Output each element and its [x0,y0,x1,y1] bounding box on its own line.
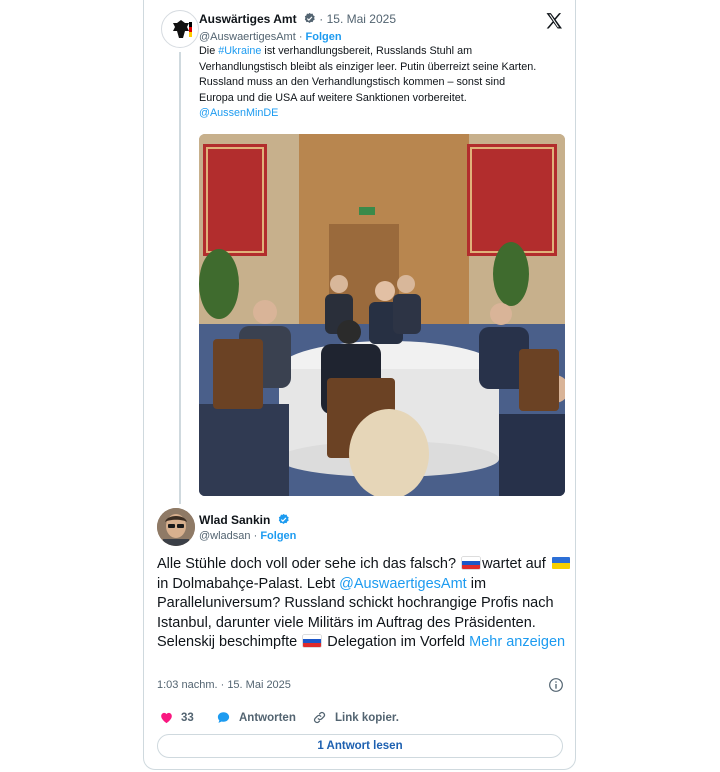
like-button[interactable]: 33 [159,710,194,725]
separator: · [253,530,258,542]
reply-button[interactable]: Antworten [216,710,296,725]
copy-link-button[interactable]: Link kopier. [312,710,399,725]
embedded-tweet-card: Auswärtiges Amt · 15. Mai 2025 @Auswaert… [143,0,576,770]
quoted-handle[interactable]: @AuswaertigesAmt [199,31,296,43]
reply-author-name[interactable]: Wlad Sankin [199,513,270,527]
wlad-sankin-avatar[interactable] [157,508,195,546]
x-logo-icon[interactable] [544,11,564,31]
link-icon [313,711,326,724]
like-count: 33 [181,711,194,724]
eagle-logo-icon [173,20,192,38]
text-segment: ist verhandlungsbereit, Russlands Stuhl … [261,45,473,57]
text-segment: Europa und die USA auf weitere Sanktione… [199,91,467,104]
info-icon[interactable] [548,677,564,693]
reply-follow-link[interactable]: Folgen [260,530,296,542]
flag-russia-icon [303,635,322,647]
text-segment: Verhandlungstisch bleibt als einziger le… [199,60,537,73]
copy-link-label: Link kopier. [335,711,399,724]
verified-icon [304,12,315,23]
heart-icon [161,712,172,724]
thread-connector [179,52,181,504]
reply-tweet-text: Alle Stühle doch voll oder sehe ich das … [157,555,577,653]
mention-auswaertigesamt[interactable]: @AuswaertigesAmt [339,576,467,592]
meeting-photo[interactable] [199,134,565,496]
text-segment: in Dolmabahçe-Palast. Lebt [157,575,340,592]
mention-aussenminde[interactable]: @AussenMinDE [199,107,278,119]
show-more-link[interactable]: Mehr anzeigen [469,634,565,650]
hashtag-ukraine[interactable]: #Ukraine [218,45,261,57]
text-segment: Die [199,45,219,57]
quoted-date[interactable]: 15. Mai 2025 [327,12,396,26]
reply-handle-line: @wladsan · Folgen [199,530,296,542]
text-segment: Alle Stühle doch voll oder sehe ich das … [157,556,461,572]
read-replies-button[interactable]: 1 Antwort lesen [157,734,563,758]
quoted-handle-line: @AuswaertigesAmt · Folgen [199,31,342,43]
verified-icon [278,513,289,524]
quoted-tweet-text: Die #Ukraine ist verhandlungsbereit, Rus… [199,44,569,122]
meeting-photo-image [199,134,565,496]
quoted-author-name[interactable]: Auswärtiges Amt [199,12,297,26]
text-segment: wartet auf [482,556,550,572]
quoted-follow-link[interactable]: Folgen [306,31,342,43]
date-separator: · [319,12,324,26]
flag-ukraine-icon [551,557,570,569]
reply-label: Antworten [239,711,296,724]
user-avatar-icon [157,508,195,546]
auswaertiges-amt-avatar[interactable] [161,10,199,48]
text-segment: Delegation im Vorfeld [323,634,470,650]
flag-russia-icon [462,557,481,569]
reply-bubble-icon [217,712,230,723]
quoted-header: Auswärtiges Amt · 15. Mai 2025 [199,12,396,26]
tweet-timestamp[interactable]: 1:03 nachm. · 15. Mai 2025 [157,679,291,691]
reply-handle[interactable]: @wladsan [199,530,251,542]
text-segment: Russland muss an den Verhandlungstisch k… [199,76,506,89]
reply-author: Wlad Sankin [199,513,290,527]
